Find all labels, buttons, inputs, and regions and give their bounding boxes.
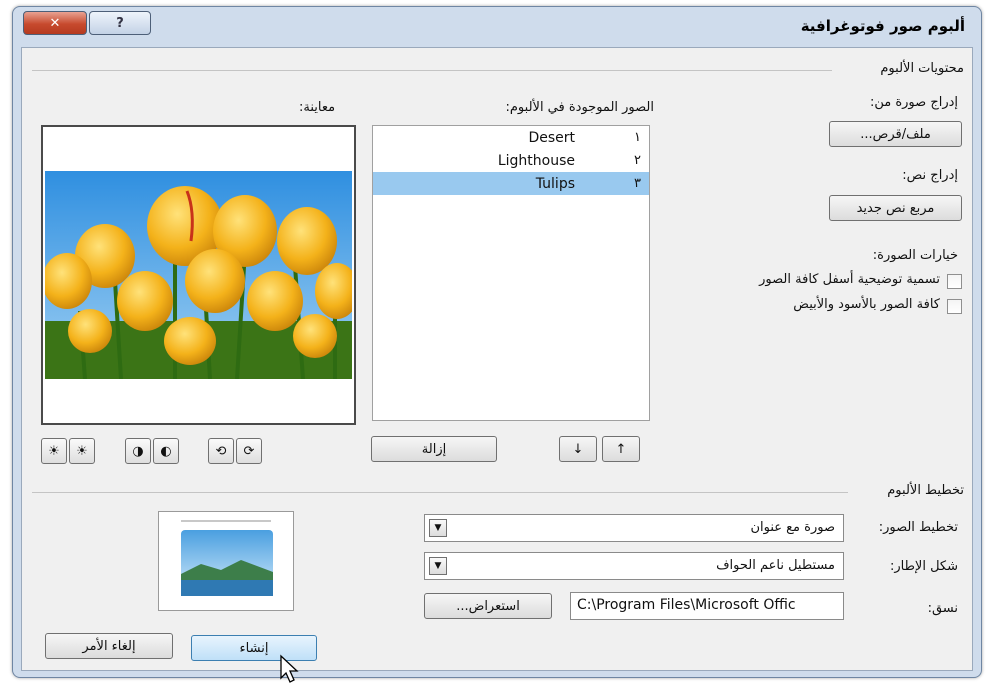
pictures-list-label: الصور الموجودة في الألبوم: (505, 100, 655, 115)
frame-shape-select[interactable]: ▼ مستطيل ناعم الحواف (424, 552, 844, 580)
insert-from-label: إدراج صورة من: (869, 95, 958, 110)
layout-divider (32, 492, 848, 493)
tulips-preview-image (45, 171, 352, 379)
cancel-button[interactable]: إلغاء الأمر (45, 633, 173, 659)
list-item[interactable]: ٢ Lighthouse (373, 149, 649, 172)
close-icon: ✕ (49, 15, 61, 31)
list-item[interactable]: ١ Desert (373, 126, 649, 149)
black-white-option-label: كافة الصور بالأسود والأبيض (793, 297, 940, 312)
contrast-down-button[interactable]: ◑ (125, 438, 151, 464)
contents-divider (32, 70, 832, 71)
brightness-down-icon: ☀ (48, 443, 60, 459)
chevron-down-icon[interactable]: ▼ (429, 519, 447, 537)
brightness-up-icon: ☀ (76, 443, 88, 459)
rotate-left-icon: ⟲ (215, 443, 227, 459)
move-down-button[interactable]: ↓ (559, 436, 597, 462)
layout-group-title: تخطيط الألبوم (881, 483, 964, 498)
help-button[interactable]: ? (89, 11, 151, 35)
theme-path-field[interactable]: C:\Program Files\Microsoft Offic (570, 592, 844, 620)
dialog-title: ألبوم صور فوتوغرافية (800, 17, 965, 35)
frame-shape-label: شكل الإطار: (889, 559, 958, 574)
caption-checkbox[interactable] (947, 274, 962, 289)
preview-label: معاينة: (299, 100, 336, 115)
picture-layout-value: صورة مع عنوان (750, 520, 835, 535)
browse-button[interactable]: استعراض... (424, 593, 552, 619)
file-disk-button[interactable]: ملف/قرص... (829, 121, 962, 147)
rotate-right-button[interactable]: ⟳ (236, 438, 262, 464)
chevron-down-icon[interactable]: ▼ (429, 557, 447, 575)
list-item-selected[interactable]: ٣ Tulips (373, 172, 649, 195)
picture-options-label: خيارات الصورة: (872, 248, 958, 263)
move-up-button[interactable]: ↑ (602, 436, 640, 462)
brightness-up-button[interactable]: ☀ (69, 438, 95, 464)
picture-layout-label: تخطيط الصور: (878, 520, 958, 535)
caption-option-label: تسمية توضيحية أسفل كافة الصور (759, 272, 940, 287)
frame-shape-value: مستطيل ناعم الحواف (716, 558, 835, 573)
mouse-cursor-icon (280, 654, 299, 683)
contrast-up-button[interactable]: ◐ (153, 438, 179, 464)
help-icon: ? (116, 15, 124, 31)
new-textbox-button[interactable]: مربع نص جديد (829, 195, 962, 221)
arrow-up-icon: ↑ (615, 441, 627, 457)
remove-button[interactable]: إزالة (371, 436, 497, 462)
close-button[interactable]: ✕ (23, 11, 87, 35)
rotate-left-button[interactable]: ⟲ (208, 438, 234, 464)
layout-thumbnail (158, 511, 294, 611)
pictures-listbox[interactable]: ١ Desert ٢ Lighthouse ٣ Tulips (372, 125, 650, 421)
preview-pane (41, 125, 356, 425)
picture-layout-select[interactable]: ▼ صورة مع عنوان (424, 514, 844, 542)
rotate-right-icon: ⟳ (243, 443, 255, 459)
dialog-body: محتويات الألبوم إدراج صورة من: ملف/قرص..… (21, 47, 973, 683)
brightness-down-button[interactable]: ☀ (41, 438, 67, 464)
thumbnail-title-line (181, 520, 271, 522)
landscape-thumbnail-image (181, 530, 273, 596)
insert-text-label: إدراج نص: (902, 168, 958, 183)
album-dialog: ✕ ? ألبوم صور فوتوغرافية محتويات الألبوم… (12, 6, 982, 683)
contents-group-title: محتويات الألبوم (874, 61, 964, 76)
black-white-checkbox[interactable] (947, 299, 962, 314)
arrow-down-icon: ↓ (572, 441, 584, 457)
theme-label: نسق: (927, 601, 958, 616)
contrast-down-icon: ◑ (132, 443, 144, 459)
contrast-up-icon: ◐ (160, 443, 172, 459)
